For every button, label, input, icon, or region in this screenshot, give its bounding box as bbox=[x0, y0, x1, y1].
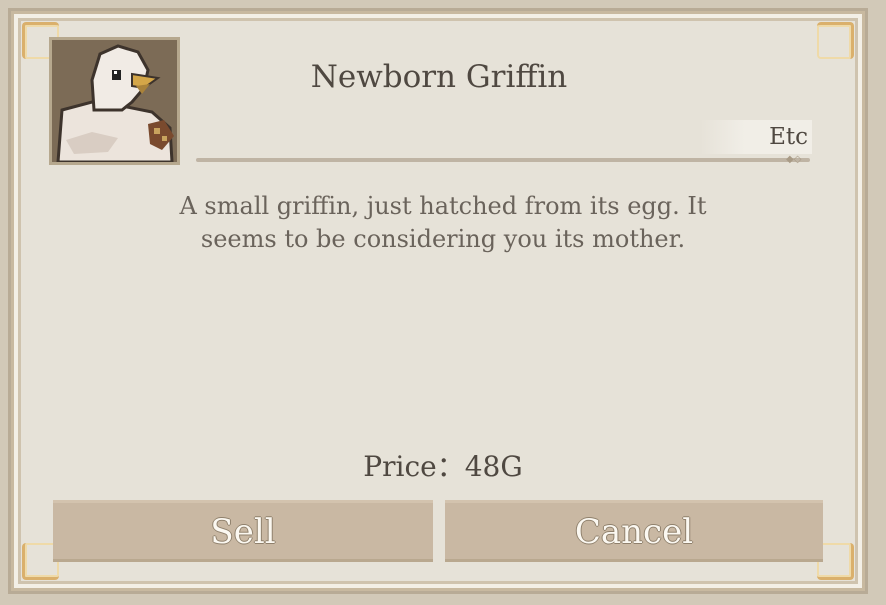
griffin-chick-sprite bbox=[52, 40, 177, 162]
cancel-button[interactable]: Cancel bbox=[445, 500, 823, 562]
ornament-corner-icon bbox=[817, 22, 854, 59]
divider-ornament-icon: ◆◇ bbox=[786, 154, 802, 165]
griffin-chick-icon bbox=[49, 37, 180, 165]
title-divider bbox=[196, 158, 810, 162]
item-description: A small griffin, just hatched from its e… bbox=[179, 192, 707, 253]
item-price: Price：48G bbox=[363, 450, 523, 483]
sell-button[interactable]: Sell bbox=[53, 500, 433, 562]
item-name: Newborn Griffin bbox=[310, 59, 568, 95]
item-category: Etc bbox=[700, 120, 812, 154]
